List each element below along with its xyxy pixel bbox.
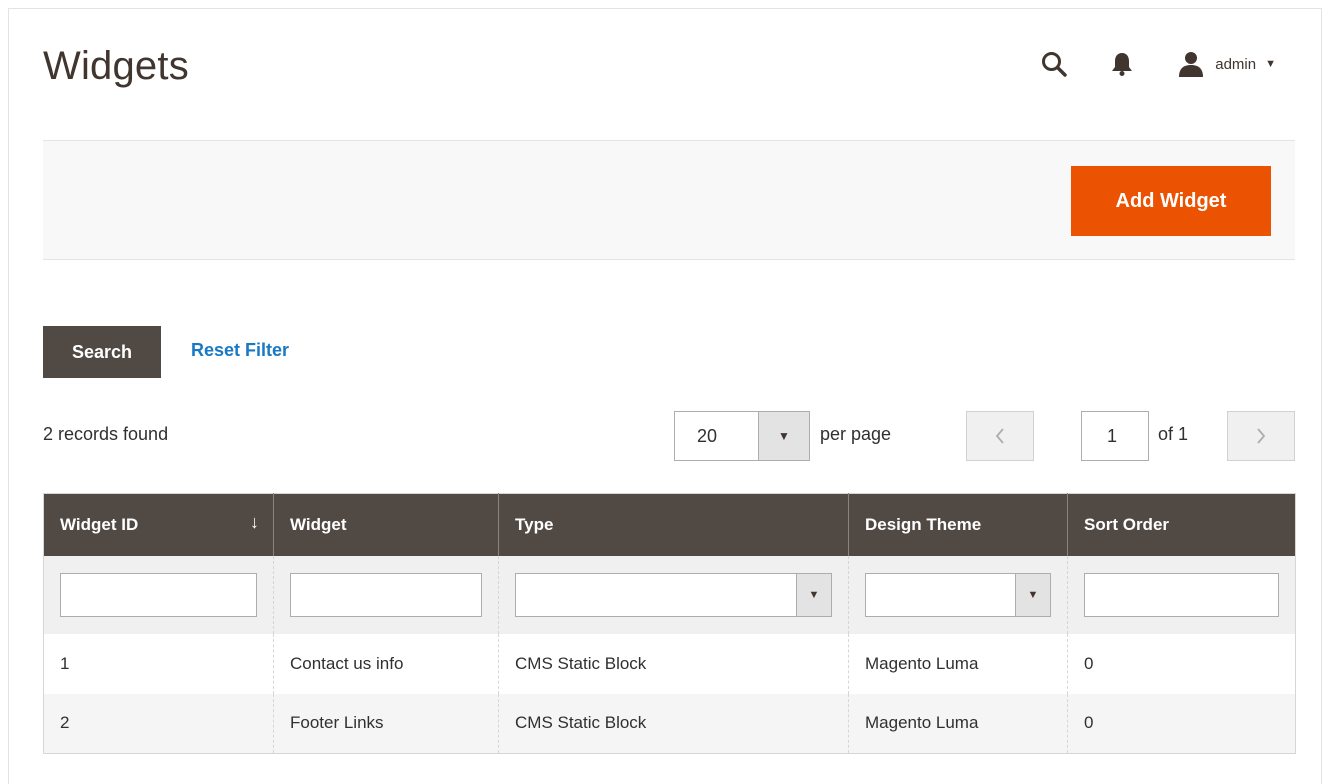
header-actions: admin ▼ [1041, 46, 1276, 82]
chevron-right-icon [1257, 428, 1266, 444]
column-header-label: Sort Order [1084, 514, 1170, 534]
cell-design-theme: Magento Luma [848, 633, 1068, 694]
per-page-label: per page [820, 424, 892, 444]
cell-type: CMS Static Block [498, 693, 849, 754]
total-pages: of 1 [1158, 424, 1189, 444]
cell-sort-order: 0 [1067, 693, 1296, 754]
page-actions-bar: Add Widget [43, 140, 1295, 260]
column-header-label: Widget [290, 514, 347, 534]
widget-id-filter-input[interactable] [60, 572, 257, 617]
next-page-button[interactable] [1227, 411, 1295, 461]
table-row[interactable]: 2 Footer Links CMS Static Block Magento … [43, 693, 1296, 754]
per-page-value: 20 [697, 425, 718, 446]
reset-filter-link[interactable]: Reset Filter [191, 340, 289, 361]
column-header-sort-order[interactable]: Sort Order [1067, 493, 1296, 556]
chevron-down-icon: ▼ [1265, 58, 1276, 70]
records-count: 2 records found [43, 424, 169, 444]
column-header-widget[interactable]: Widget [273, 493, 499, 556]
chevron-down-icon: ▼ [1015, 573, 1050, 616]
header-row: Widget ID ↓ Widget Type Design Theme Sor… [43, 493, 1296, 556]
bell-icon[interactable] [1111, 51, 1133, 77]
add-widget-button[interactable]: Add Widget [1071, 166, 1271, 236]
sort-order-filter-input[interactable] [1084, 572, 1279, 617]
design-theme-filter-select[interactable]: ▼ [865, 572, 1051, 617]
user-icon [1179, 52, 1204, 77]
table-row[interactable]: 1 Contact us info CMS Static Block Magen… [43, 633, 1296, 694]
column-header-label: Type [515, 514, 554, 534]
widgets-grid: Widget ID ↓ Widget Type Design Theme Sor… [43, 493, 1296, 754]
previous-page-button[interactable] [966, 411, 1034, 461]
widget-title-filter-input[interactable] [290, 572, 482, 617]
filter-row: ▼ ▼ [43, 555, 1296, 634]
column-header-design-theme[interactable]: Design Theme [848, 493, 1068, 556]
cell-sort-order: 0 [1067, 633, 1296, 694]
cell-widget: Footer Links [273, 693, 499, 754]
cell-widget-id: 2 [43, 693, 274, 754]
column-header-type[interactable]: Type [498, 493, 849, 556]
user-menu[interactable]: admin ▼ [1179, 51, 1276, 77]
user-name: admin [1215, 55, 1257, 73]
column-header-widget-id[interactable]: Widget ID ↓ [43, 493, 274, 556]
cell-widget-id: 1 [43, 633, 274, 694]
cell-design-theme: Magento Luma [848, 693, 1068, 754]
type-filter-select[interactable]: ▼ [515, 572, 832, 617]
chevron-down-icon: ▼ [796, 573, 831, 616]
chevron-down-icon: ▼ [758, 412, 809, 460]
page-number-input[interactable]: 1 [1081, 411, 1149, 461]
cell-type: CMS Static Block [498, 633, 849, 694]
sort-descending-icon: ↓ [250, 512, 259, 532]
per-page-select[interactable]: 20 ▼ [674, 411, 810, 461]
search-button[interactable]: Search [43, 326, 161, 378]
search-icon[interactable] [1041, 51, 1067, 77]
cell-widget: Contact us info [273, 633, 499, 694]
page-title: Widgets [43, 44, 189, 88]
column-header-label: Design Theme [865, 514, 982, 534]
column-header-label: Widget ID [60, 514, 139, 534]
chevron-left-icon [995, 428, 1004, 444]
